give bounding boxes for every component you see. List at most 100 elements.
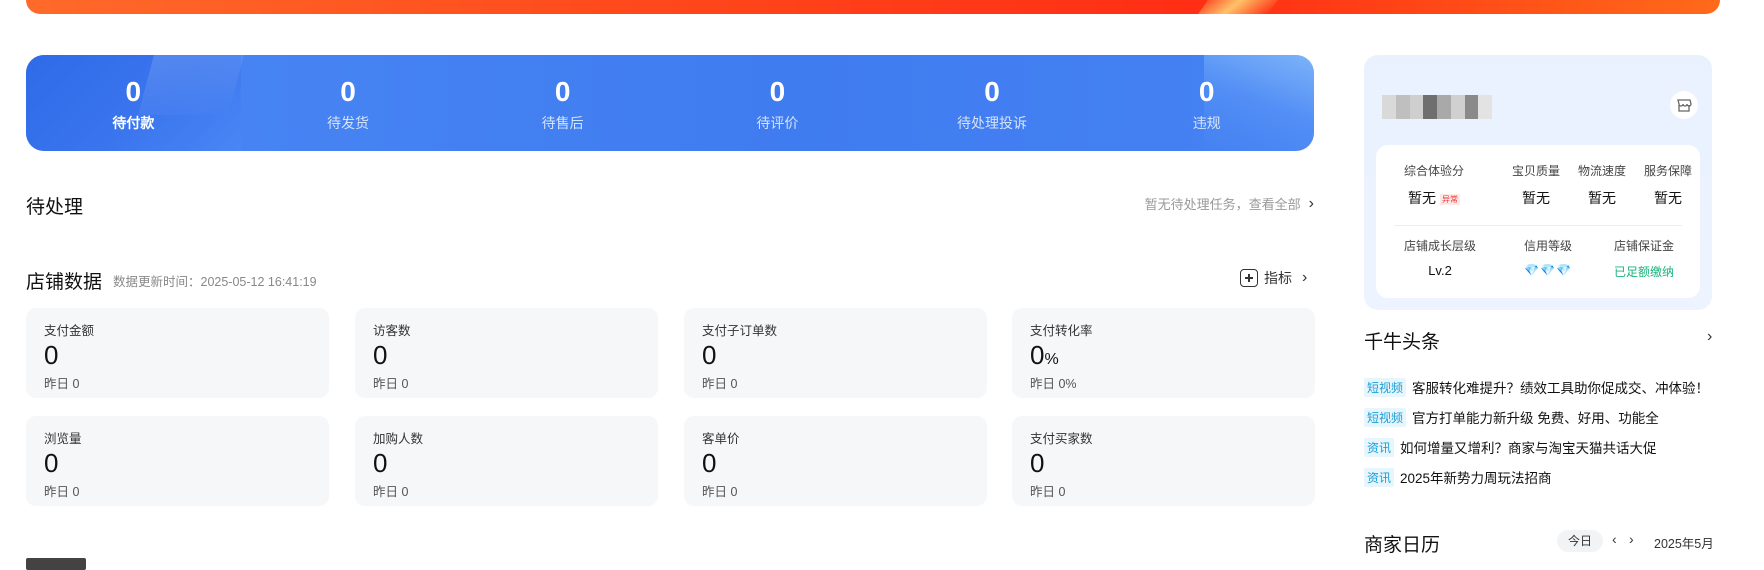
metrics-label: 指标 (1264, 270, 1292, 286)
status-count: 0 (340, 76, 356, 107)
calendar-month: 2025年5月 (1654, 537, 1714, 551)
metric-card-buyers[interactable]: 支付买家数 0 昨日 0 (1012, 416, 1315, 506)
shop-scores-card: 综合体验分 暂无 异常 宝贝质量 暂无 物流速度 暂无 服务保障 暂无 店铺成长层… (1376, 145, 1700, 298)
status-count: 0 (554, 76, 571, 107)
chevron-right-icon[interactable]: › (1629, 531, 1634, 547)
credit-label: 信用等级 (1524, 239, 1573, 253)
shop-deposit[interactable]: 店铺保证金 已足额缴纳 (1614, 237, 1674, 280)
news-text: 2025年新势力周玩法招商 (1400, 471, 1552, 486)
metric-value: 0 (373, 448, 388, 478)
metric-name: 支付转化率 (1030, 324, 1093, 338)
news-text: 如何增量又增利？商家与淘宝天猫共话大促 (1400, 441, 1657, 456)
metric-value: 0 (702, 448, 717, 478)
score-label: 服务保障 (1644, 164, 1693, 178)
pending-link-text: 暂无待处理任务，查看全部 (1144, 197, 1301, 212)
status-label: 待售后 (541, 115, 584, 131)
pending-view-all-link[interactable]: 暂无待处理任务，查看全部 › (1145, 194, 1314, 213)
status-pending-review[interactable]: 0 待评价 (670, 55, 885, 151)
metric-value: 0 (373, 340, 388, 370)
growth-value: Lv.2 (1428, 263, 1452, 278)
status-complaints[interactable]: 0 待处理投诉 (885, 55, 1100, 151)
credit-level[interactable]: 信用等级 💎💎💎 (1524, 237, 1572, 277)
news-item[interactable]: 资讯 2025年新势力周玩法招商 (1364, 467, 1552, 487)
status-count: 0 (1198, 76, 1215, 107)
divider (1394, 225, 1682, 226)
status-label: 待发货 (327, 115, 369, 131)
metric-value: 0 (44, 340, 59, 370)
metric-yesterday: 昨日 0 (373, 485, 409, 499)
news-tag: 资讯 (1364, 467, 1395, 487)
score-label: 综合体验分 (1404, 164, 1465, 178)
status-pending-payment[interactable]: 0 待付款 (26, 55, 241, 151)
chevron-right-icon: › (1302, 269, 1308, 286)
metric-card-conversion[interactable]: 支付转化率 0% 昨日 0% (1012, 308, 1315, 398)
metric-value: 0 (44, 448, 59, 478)
news-tag: 资讯 (1364, 437, 1395, 457)
score-overall[interactable]: 综合体验分 暂无 异常 (1404, 162, 1464, 208)
score-service[interactable]: 服务保障 暂无 (1644, 162, 1692, 208)
metric-yesterday: 昨日 0 (702, 485, 738, 499)
status-label: 待评价 (756, 115, 799, 131)
metric-name: 客单价 (702, 432, 740, 446)
calendar-title: 商家日历 (1364, 535, 1441, 556)
growth-label: 店铺成长层级 (1404, 239, 1477, 253)
metric-card-pay-amount[interactable]: 支付金额 0 昨日 0 (26, 308, 329, 398)
metric-name: 支付金额 (44, 324, 95, 338)
store-icon (1677, 99, 1692, 112)
plus-square-icon (1240, 269, 1258, 287)
metric-value: 0 (702, 340, 717, 370)
metric-card-avg-order[interactable]: 客单价 0 昨日 0 (684, 416, 987, 506)
chevron-left-icon[interactable]: ‹ (1612, 531, 1617, 547)
metrics-button[interactable]: 指标 › (1240, 268, 1307, 288)
news-tag: 短视频 (1364, 377, 1407, 397)
metric-card-page-views[interactable]: 浏览量 0 昨日 0 (26, 416, 329, 506)
metric-yesterday: 昨日 0% (1030, 377, 1077, 391)
score-value: 暂无 (1654, 190, 1682, 206)
news-item[interactable]: 资讯 如何增量又增利？商家与淘宝天猫共话大促 (1364, 437, 1657, 457)
status-after-sales[interactable]: 0 待售后 (455, 55, 670, 151)
status-count: 0 (125, 76, 142, 107)
shop-data-title: 店铺数据 (26, 272, 103, 293)
score-product-quality[interactable]: 宝贝质量 暂无 (1512, 162, 1560, 208)
metric-yesterday: 昨日 0 (1030, 485, 1066, 499)
status-count: 0 (769, 76, 786, 107)
today-button[interactable]: 今日 (1557, 530, 1603, 552)
news-text: 官方打单能力新升级 免费、好用、功能全 (1412, 411, 1659, 426)
abnormal-badge: 异常 (1440, 193, 1460, 205)
metric-name: 支付子订单数 (702, 324, 778, 338)
news-item[interactable]: 短视频 客服转化难提升？绩效工具助你促成交、冲体验！ (1364, 377, 1709, 397)
metric-name: 浏览量 (44, 432, 82, 446)
diamond-icon: 💎💎💎 (1524, 263, 1572, 277)
news-tag: 短视频 (1364, 407, 1407, 427)
metric-yesterday: 昨日 0 (44, 377, 80, 391)
metric-yesterday: 昨日 0 (373, 377, 409, 391)
news-text: 客服转化难提升？绩效工具助你促成交、冲体验！ (1412, 381, 1710, 396)
shop-home-button[interactable] (1670, 91, 1698, 119)
news-item[interactable]: 短视频 官方打单能力新升级 免费、好用、功能全 (1364, 407, 1659, 427)
pending-title: 待处理 (26, 197, 84, 218)
shop-name-blurred (1382, 95, 1492, 119)
status-pending-shipment[interactable]: 0 待发货 (241, 55, 456, 151)
next-section-title-cut (26, 558, 86, 570)
score-label: 物流速度 (1578, 164, 1627, 178)
chevron-right-icon[interactable]: › (1707, 329, 1712, 345)
deposit-value: 已足额缴纳 (1614, 265, 1675, 279)
top-banner[interactable] (26, 0, 1720, 14)
metric-value: 0 (1030, 448, 1045, 478)
metric-card-cart-adds[interactable]: 加购人数 0 昨日 0 (355, 416, 658, 506)
metric-yesterday: 昨日 0 (44, 485, 80, 499)
metric-card-sub-orders[interactable]: 支付子订单数 0 昨日 0 (684, 308, 987, 398)
metric-name: 加购人数 (373, 432, 424, 446)
shop-growth-level[interactable]: 店铺成长层级 Lv.2 (1404, 237, 1476, 278)
metric-yesterday: 昨日 0 (702, 377, 738, 391)
metric-name: 支付买家数 (1030, 432, 1093, 446)
status-violations[interactable]: 0 违规 (1099, 55, 1314, 151)
news-title: 千牛头条 (1364, 332, 1441, 353)
deposit-label: 店铺保证金 (1614, 239, 1675, 253)
score-logistics[interactable]: 物流速度 暂无 (1578, 162, 1626, 208)
status-label: 违规 (1192, 115, 1221, 131)
data-update-time: 数据更新时间：2025-05-12 16:41:19 (113, 275, 317, 289)
metric-card-visitors[interactable]: 访客数 0 昨日 0 (355, 308, 658, 398)
banner-glint (1198, 0, 1292, 14)
score-label: 宝贝质量 (1512, 164, 1561, 178)
